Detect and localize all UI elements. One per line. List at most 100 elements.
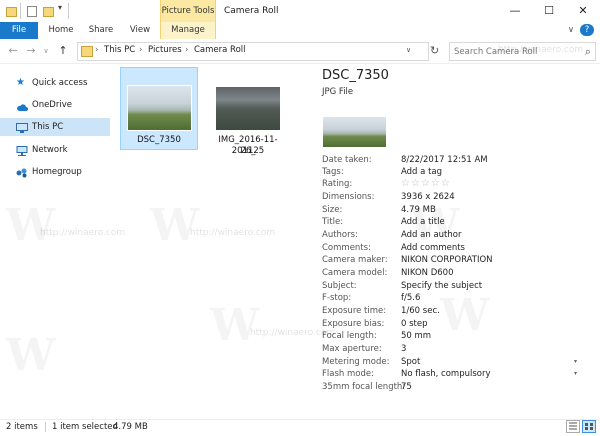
file-name-line2: 201125 [231,146,265,156]
chevron-down-icon[interactable]: ▾ [574,356,577,368]
up-button[interactable]: ↑ [56,39,70,63]
property-label: Date taken: [322,155,372,165]
property-value[interactable]: 1/60 sec. [401,305,440,317]
breadcrumb-camera-roll[interactable]: Camera Roll [194,42,246,59]
breadcrumb-this-pc[interactable]: This PC [104,42,135,59]
property-label: Metering mode: [322,357,390,367]
breadcrumb-separator: › [185,45,189,55]
toolbar-divider [68,3,69,19]
sidebar-item-label: This PC [32,122,64,132]
computer-icon [16,122,28,133]
property-value[interactable]: Add comments [401,242,465,254]
property-value[interactable]: NIKON D600 [401,267,454,279]
search-icon[interactable]: ⌕ [585,43,591,60]
rating-stars[interactable]: ☆☆☆☆☆ [401,178,451,190]
property-label: Exposure time: [322,306,387,316]
property-label: 35mm focal length: [322,382,406,392]
chevron-down-icon[interactable]: ▾ [574,368,577,380]
watermark-logo: W [6,200,55,251]
back-button[interactable]: ← [6,39,20,63]
sidebar-item-onedrive[interactable]: OneDrive [0,96,110,114]
property-value[interactable]: 75 [401,381,412,393]
tab-share[interactable]: Share [84,22,118,39]
property-value[interactable]: f/5.6 [401,292,420,304]
large-icons-view-icon [585,423,593,430]
details-view-icon [569,422,577,430]
property-label: F-stop: [322,293,352,303]
customize-toolbar-icon[interactable]: ▾ [58,3,62,12]
property-value: 4.79 MB [401,205,436,215]
watermark-text: http://winaero.com [40,228,126,238]
details-preview-image [322,116,387,148]
property-value[interactable]: Specify the subject [401,280,482,292]
file-item[interactable]: IMG_2016-11-26_ 201125 [212,82,284,156]
watermark-text: http://winaero.com [190,228,276,238]
tab-file[interactable]: File [0,22,38,39]
property-value: 3936 x 2624 [401,192,455,202]
help-icon[interactable]: ? [580,24,594,36]
image-thumbnail [215,86,281,131]
sidebar-item-network[interactable]: Network [0,141,110,159]
properties-icon[interactable] [27,6,37,17]
toolbar-divider [20,3,21,19]
property-label: Tags: [322,167,344,177]
star-icon: ★ [16,77,25,88]
refresh-icon[interactable]: ↻ [430,42,439,59]
property-value[interactable]: 0 step [401,318,428,330]
network-icon [16,145,28,156]
breadcrumb-separator: › [139,45,143,55]
property-value[interactable]: Add a title [401,216,445,228]
selection-count: 1 item selected [52,422,118,432]
property-value[interactable]: 8/22/2017 12:51 AM [401,154,488,166]
sidebar-item-quick-access[interactable]: ★ Quick access [0,74,110,92]
metering-mode-select[interactable]: Spot [401,356,420,368]
details-file-type: JPG File [322,87,354,97]
tab-view[interactable]: View [124,22,156,39]
property-value[interactable]: 3 [401,343,406,355]
breadcrumb-pictures[interactable]: Pictures [148,42,182,59]
sidebar-item-homegroup[interactable]: Homegroup [0,163,110,181]
property-value[interactable]: 50 mm [401,330,431,342]
details-view-button[interactable] [566,420,580,433]
property-label: Comments: [322,243,371,253]
folder-icon [81,46,93,57]
expand-ribbon-icon[interactable]: ∨ [564,22,578,39]
search-input[interactable] [454,43,579,60]
minimize-button[interactable]: — [498,0,532,22]
property-value[interactable]: Add an author [401,229,461,241]
recent-locations-button[interactable]: ∨ [40,39,52,63]
sidebar-item-label: Quick access [32,78,88,88]
property-label: Flash mode: [322,369,374,379]
address-dropdown-icon[interactable]: ∨ [406,42,411,59]
sidebar-item-label: Network [32,145,68,155]
homegroup-icon [16,167,27,178]
folder-icon[interactable] [6,7,17,17]
file-item[interactable]: DSC_7350 [120,67,198,150]
forward-button[interactable]: → [24,39,38,63]
property-label: Max aperture: [322,344,382,354]
search-box[interactable]: ⌕ [449,42,596,61]
property-label: Exposure bias: [322,319,385,329]
sidebar-item-label: Homegroup [32,167,82,177]
window-title: Camera Roll [224,6,279,16]
sidebar-item-this-pc[interactable]: This PC [0,118,110,136]
picture-tools-context-tab: Picture Tools [160,0,216,22]
large-icons-view-button[interactable] [582,420,596,433]
property-label: Subject: [322,281,357,291]
maximize-button[interactable]: ☐ [532,0,566,22]
property-label: Title: [322,217,344,227]
cloud-icon [16,100,28,111]
new-folder-icon[interactable] [43,7,54,17]
close-button[interactable]: ✕ [566,0,600,22]
flash-mode-select[interactable]: No flash, compulsory [401,368,491,380]
property-value[interactable]: Add a tag [401,166,442,178]
property-value[interactable]: NIKON CORPORATION [401,254,493,266]
file-name: DSC_7350 [137,135,181,145]
property-label: Focal length: [322,331,377,341]
property-label: Authors: [322,230,358,240]
tab-home[interactable]: Home [44,22,78,39]
breadcrumb-separator: › [95,45,99,55]
item-count: 2 items [6,422,38,432]
property-label: Rating: [322,179,353,189]
tab-manage[interactable]: Manage [160,22,216,39]
